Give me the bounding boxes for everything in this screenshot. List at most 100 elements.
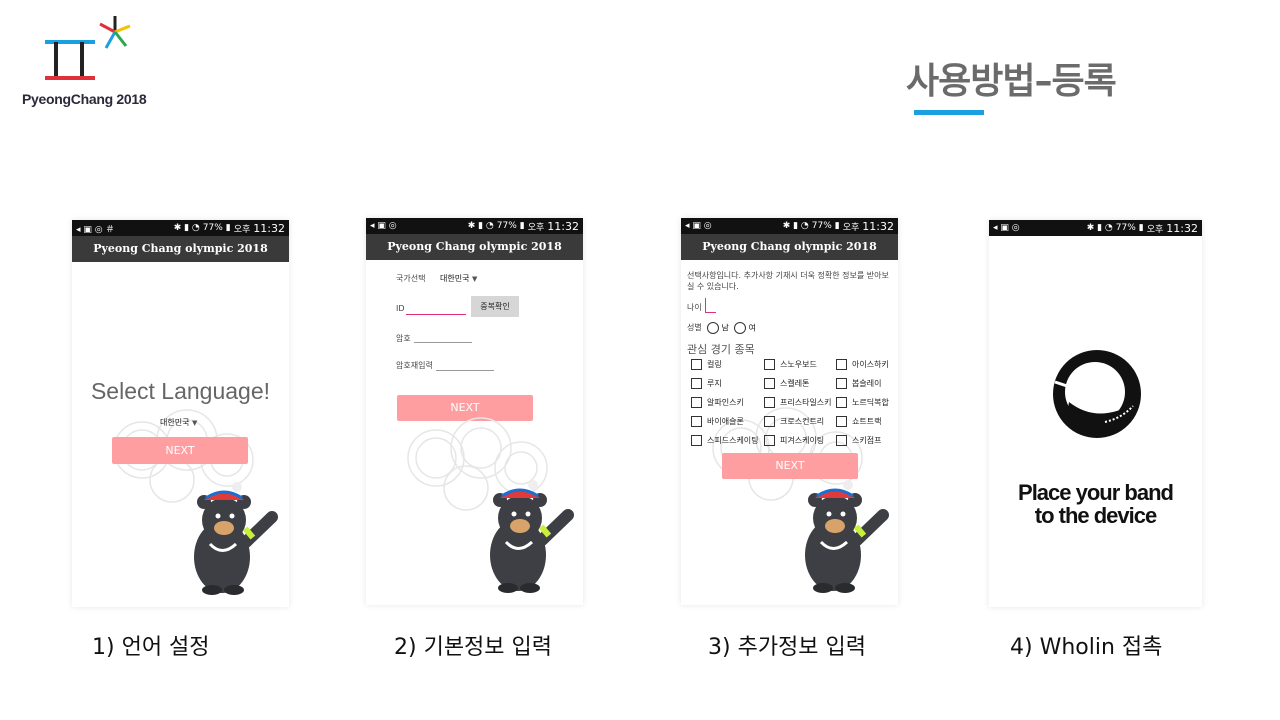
title-underline xyxy=(914,110,984,115)
app-title-bar: Pyeong Chang olympic 2018 xyxy=(72,236,289,262)
bandabi-mascot-image xyxy=(490,480,574,593)
ampm-text: 오후 xyxy=(1146,224,1164,235)
phone-screen-basic-info: ◂ ▣ ◎ ✱ ▮ ◔ 77% ▮ 오후 11:32 Pyeong Chang olym… xyxy=(366,218,583,605)
notification-icons: ◂ ▣ ◎ xyxy=(685,221,712,231)
sport-label: 봅슬레이 xyxy=(852,379,882,388)
country-dropdown[interactable]: 대한민국 ▼ xyxy=(440,273,477,284)
sport-checkbox-item[interactable]: 피겨스케이팅 xyxy=(764,435,824,446)
time-text: 11:32 xyxy=(862,219,894,233)
checkbox-icon xyxy=(836,359,847,370)
battery-text: 77% xyxy=(202,223,223,233)
sport-checkbox-item[interactable]: 알파인스키 xyxy=(691,397,744,408)
select-language-heading: Select Language! xyxy=(90,378,271,404)
sport-checkbox-item[interactable]: 쇼트트랙 xyxy=(836,416,881,427)
sport-label: 바이애슬론 xyxy=(707,417,744,426)
male-label: 남 xyxy=(721,323,729,333)
slide-title: 사용방법–등록 xyxy=(906,61,1117,102)
bandabi-mascot-image xyxy=(194,482,278,595)
phone-screen-language: ◂ ▣ ◎ ＃ ✱ ▮ ◔ 77% ▮ 오후 11:32 Pyeong Chang ol… xyxy=(72,220,289,607)
sport-label: 스키점프 xyxy=(852,436,882,445)
sport-label: 루지 xyxy=(707,379,722,388)
checkbox-icon xyxy=(764,359,775,370)
checkbox-icon xyxy=(836,397,847,408)
status-bar: ◂ ▣ ◎ ✱ ▮ ◔ 77% ▮ 오후 11:32 xyxy=(366,218,583,234)
sport-checkbox-item[interactable]: 스키점프 xyxy=(836,435,881,446)
app-title-bar: Pyeong Chang olympic 2018 xyxy=(366,234,583,260)
phone-screen-additional-info: ◂ ▣ ◎ ✱ ▮ ◔ 77% ▮ 오후 11:32 Pyeong Chang olym… xyxy=(681,218,898,605)
step-4-caption: 4) Wholin 접촉 xyxy=(1010,635,1163,660)
sport-checkbox-item[interactable]: 아이스하키 xyxy=(836,359,889,370)
checkbox-icon xyxy=(836,435,847,446)
checkbox-icon xyxy=(764,378,775,389)
sport-checkbox-item[interactable]: 스노우보드 xyxy=(764,359,817,370)
time-text: 11:32 xyxy=(547,219,579,233)
age-input[interactable] xyxy=(705,298,716,313)
status-bar: ◂ ▣ ◎ ＃ ✱ ▮ ◔ 77% ▮ 오후 11:32 xyxy=(72,220,289,236)
checkbox-icon xyxy=(691,435,702,446)
sport-checkbox-item[interactable]: 스피드스케이팅 xyxy=(691,435,759,446)
sport-label: 스켈레톤 xyxy=(780,379,810,388)
id-input[interactable] xyxy=(406,302,466,315)
notification-icons: ◂ ▣ ◎ xyxy=(370,221,397,231)
status-bar: ◂ ▣ ◎ ✱ ▮ ◔ 77% ▮ 오후 11:32 xyxy=(681,218,898,234)
checkbox-icon xyxy=(836,416,847,427)
ampm-text: 오후 xyxy=(527,222,545,233)
sport-label: 알파인스키 xyxy=(707,398,744,407)
sport-checkbox-item[interactable]: 컬링 xyxy=(691,359,722,370)
id-label: ID xyxy=(396,304,405,313)
language-value: 대한민국 xyxy=(160,418,190,427)
battery-text: 77% xyxy=(811,221,832,231)
sport-checkbox-item[interactable]: 봅슬레이 xyxy=(836,378,881,389)
password-input[interactable] xyxy=(414,331,472,343)
country-value: 대한민국 xyxy=(440,274,470,283)
checkbox-icon xyxy=(691,416,702,427)
time-text: 11:32 xyxy=(253,221,285,235)
age-label: 나이 xyxy=(687,303,702,312)
next-button[interactable]: NEXT xyxy=(722,453,858,479)
battery-icon: ▮ xyxy=(225,223,231,233)
sport-checkbox-item[interactable]: 크로스컨트리 xyxy=(764,416,824,427)
checkbox-icon xyxy=(691,397,702,408)
time-text: 11:32 xyxy=(1166,221,1198,235)
sport-label: 스피드스케이팅 xyxy=(707,436,759,445)
sport-checkbox-item[interactable]: 프리스타일스키 xyxy=(764,397,832,408)
battery-text: 77% xyxy=(1115,223,1136,233)
step-1-caption: 1) 언어 설정 xyxy=(92,635,210,660)
checkbox-icon xyxy=(764,435,775,446)
ampm-text: 오후 xyxy=(233,224,251,235)
battery-icon: ▮ xyxy=(834,221,840,231)
password-confirm-label: 암호재입력 xyxy=(396,361,433,370)
language-dropdown[interactable]: 대한민국 ▼ xyxy=(160,417,197,428)
logo-text: PyeongChang 2018 xyxy=(22,91,147,107)
notification-icons: ◂ ▣ ◎ xyxy=(993,223,1020,233)
sport-checkbox-item[interactable]: 바이애슬론 xyxy=(691,416,744,427)
wristband-icon xyxy=(1053,350,1141,438)
dropdown-arrow-icon: ▼ xyxy=(472,275,478,283)
signal-icons: ✱ ▮ ◔ xyxy=(782,221,809,231)
signal-icons: ✱ ▮ ◔ xyxy=(1086,223,1113,233)
place-band-line-2: to the device xyxy=(1034,503,1157,528)
password-confirm-input[interactable] xyxy=(436,359,494,371)
password-label: 암호 xyxy=(396,334,411,343)
gender-male-radio[interactable]: 남 xyxy=(707,322,729,334)
gender-female-radio[interactable]: 여 xyxy=(734,322,756,334)
country-label: 국가선택 xyxy=(396,274,426,283)
intro-text: 선택사항입니다. 추가사항 기재시 더욱 정확한 정보를 받아보실 수 있습니다… xyxy=(687,271,889,291)
signal-icons: ✱ ▮ ◔ xyxy=(467,221,494,231)
sport-checkbox-item[interactable]: 루지 xyxy=(691,378,722,389)
next-button[interactable]: NEXT xyxy=(112,437,248,464)
duplicate-check-button[interactable]: 중복확인 xyxy=(471,296,519,317)
sport-checkbox-item[interactable]: 스켈레톤 xyxy=(764,378,809,389)
sport-label: 스노우보드 xyxy=(780,360,817,369)
sport-label: 프리스타일스키 xyxy=(780,398,832,407)
female-label: 여 xyxy=(748,323,756,333)
sport-checkbox-item[interactable]: 노르딕복합 xyxy=(836,397,889,408)
ampm-text: 오후 xyxy=(842,222,860,233)
checkbox-icon xyxy=(691,359,702,370)
notification-icons: ◂ ▣ ◎ ＃ xyxy=(76,224,115,235)
signal-icons: ✱ ▮ ◔ xyxy=(173,223,200,233)
sport-label: 크로스컨트리 xyxy=(780,417,825,426)
dropdown-arrow-icon: ▼ xyxy=(192,419,198,427)
status-bar: ◂ ▣ ◎ ✱ ▮ ◔ 77% ▮ 오후 11:32 xyxy=(989,220,1202,236)
step-3-caption: 3) 추가정보 입력 xyxy=(708,635,867,660)
